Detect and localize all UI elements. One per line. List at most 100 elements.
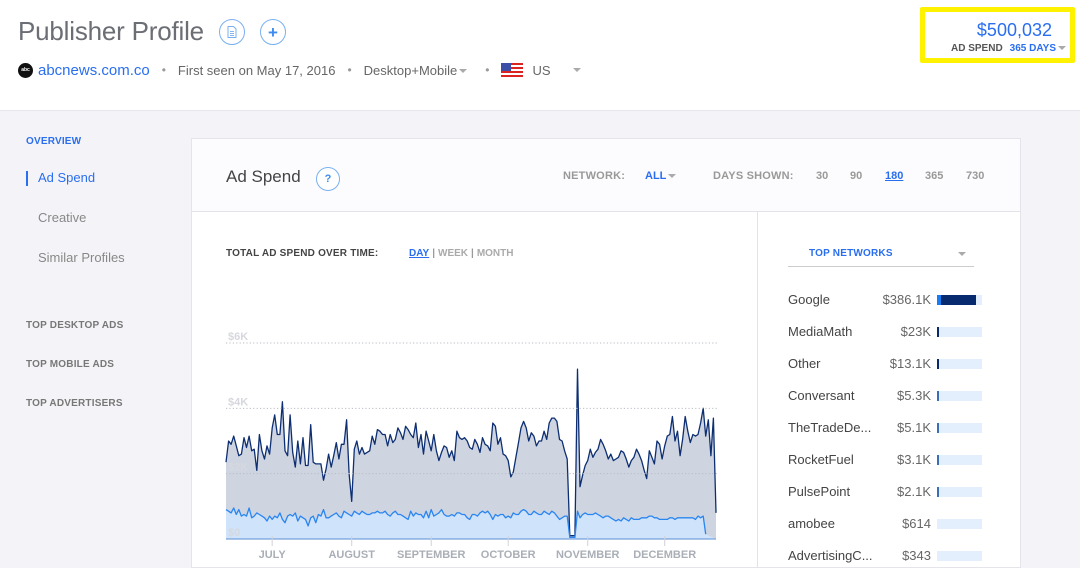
publisher-logo-icon: abc — [18, 62, 33, 78]
granularity-day[interactable]: DAY — [409, 248, 429, 259]
network-share-bar — [937, 455, 982, 465]
x-tick-label: JULY — [259, 549, 287, 561]
network-share-bar-fill — [937, 391, 939, 401]
granularity-month[interactable]: MONTH — [477, 248, 514, 259]
top-networks-label: TOP NETWORKS — [809, 248, 893, 259]
network-row[interactable]: amobee $614 — [788, 514, 988, 534]
question-icon: ? — [324, 173, 332, 185]
network-name: Google — [788, 292, 830, 307]
publisher-meta: abc abcnews.com.co • First seen on May 1… — [18, 60, 581, 80]
publisher-domain-link[interactable]: abcnews.com.co — [38, 62, 150, 79]
network-share-bar-fill — [937, 327, 940, 337]
network-spend: $3.1K — [897, 452, 931, 467]
us-flag-icon — [501, 63, 524, 77]
network-share-bar — [937, 487, 982, 497]
export-report-button[interactable] — [219, 19, 245, 45]
panel-divider — [757, 212, 758, 568]
separator: • — [347, 63, 352, 77]
card-header: Ad Spend ? NETWORK: ALL DAYS SHOWN: 30 9… — [192, 139, 1020, 212]
network-name: TheTradeDe... — [788, 420, 872, 435]
network-filter-dropdown[interactable]: ALL — [645, 170, 677, 182]
days-option-730[interactable]: 730 — [966, 170, 984, 182]
page-title: Publisher Profile — [18, 16, 204, 46]
plus-icon: + — [268, 22, 278, 42]
granularity-week[interactable]: WEEK — [438, 248, 468, 259]
network-name: AdvertisingC... — [788, 548, 873, 563]
x-tick-label: NOVEMBER — [556, 549, 620, 561]
days-option-365[interactable]: 365 — [925, 170, 943, 182]
sidebar-section-top-advertisers[interactable]: TOP ADVERTISERS — [26, 398, 123, 409]
network-spend: $23K — [900, 324, 931, 339]
chevron-down-icon — [668, 174, 677, 179]
x-tick-label: SEPTEMBER — [397, 549, 466, 561]
network-row[interactable]: AdvertisingC... $343 — [788, 546, 988, 566]
network-row[interactable]: Google $386.1K — [788, 290, 988, 310]
y-tick-label: $2K — [228, 462, 248, 474]
network-row[interactable]: Conversant $5.3K — [788, 386, 988, 406]
chevron-down-icon — [572, 68, 581, 72]
x-tick-label: AUGUST — [328, 549, 375, 561]
sidebar-item-creative[interactable]: Creative — [38, 210, 86, 225]
network-spend: $343 — [902, 548, 931, 563]
network-name: RocketFuel — [788, 452, 854, 467]
network-share-bar — [937, 391, 982, 401]
x-tick-label: DECEMBER — [633, 549, 696, 561]
network-row[interactable]: MediaMath $23K — [788, 322, 988, 342]
add-button[interactable]: + — [260, 19, 286, 45]
chart-title: TOTAL AD SPEND OVER TIME: — [226, 248, 379, 259]
separator: | — [432, 248, 436, 259]
network-row[interactable]: RocketFuel $3.1K — [788, 450, 988, 470]
card-title: Ad Spend — [226, 167, 301, 186]
chevron-down-icon — [459, 69, 468, 74]
help-button[interactable]: ? — [316, 167, 340, 191]
network-share-bar-fill — [937, 455, 939, 465]
period-dropdown[interactable]: 365 DAYS — [1010, 43, 1056, 54]
y-tick-label: $4K — [228, 396, 248, 408]
sidebar-section-top-desktop-ads[interactable]: TOP DESKTOP ADS — [26, 320, 123, 331]
first-seen-text: First seen on May 17, 2016 — [177, 62, 336, 78]
network-spend: $386.1K — [882, 292, 931, 307]
ad-spend-label: AD SPEND — [950, 43, 1003, 54]
network-share-bar-fill — [937, 359, 939, 369]
network-filter-value: ALL — [645, 170, 667, 182]
platform-dropdown[interactable]: Desktop+Mobile — [364, 63, 468, 78]
days-option-30[interactable]: 30 — [816, 170, 828, 182]
days-option-180[interactable]: 180 — [885, 170, 903, 182]
network-share-bar — [937, 423, 982, 433]
network-row[interactable]: TheTradeDe... $5.1K — [788, 418, 988, 438]
ad-spend-chart: $0 $2K $4K $6K JULY AUGUST SEPTEMBER OCTOBER NOV… — [225, 331, 718, 561]
page-header: Publisher Profile + abc abcnews.com.co •… — [0, 0, 1080, 111]
sidebar-item-similar-profiles[interactable]: Similar Profiles — [38, 250, 125, 265]
sidebar: OVERVIEW Ad Spend Creative Similar Profi… — [0, 111, 191, 568]
network-share-bar-fill — [941, 295, 976, 305]
ad-spend-summary[interactable]: $500,032 AD SPEND 365 DAYS — [920, 7, 1075, 63]
days-option-90[interactable]: 90 — [850, 170, 862, 182]
ad-spend-card: Ad Spend ? NETWORK: ALL DAYS SHOWN: 30 9… — [191, 138, 1021, 568]
sidebar-section-top-mobile-ads[interactable]: TOP MOBILE ADS — [26, 359, 114, 370]
network-share-bar-fill — [937, 423, 939, 433]
network-spend: $5.1K — [897, 420, 931, 435]
country-dropdown[interactable]: US — [501, 62, 581, 78]
granularity-toggle: DAY | WEEK | MONTH — [409, 248, 514, 259]
network-name: Other — [788, 356, 821, 371]
y-tick-label: $6K — [228, 331, 248, 343]
ad-spend-total: $500,032 — [976, 20, 1052, 40]
network-filter-label: NETWORK: — [563, 170, 626, 182]
network-share-bar — [937, 295, 982, 305]
network-spend: $5.3K — [897, 388, 931, 403]
separator: • — [485, 63, 490, 77]
sidebar-item-ad-spend[interactable]: Ad Spend — [38, 170, 95, 185]
network-spend: $614 — [902, 516, 931, 531]
active-item-marker — [26, 171, 28, 186]
sidebar-section-overview[interactable]: OVERVIEW — [26, 136, 81, 147]
chevron-down-icon — [1058, 46, 1066, 51]
separator: | — [471, 248, 474, 259]
platform-value: Desktop+Mobile — [363, 62, 458, 78]
country-value: US — [532, 62, 551, 78]
top-networks-dropdown[interactable]: TOP NETWORKS — [788, 239, 974, 267]
network-share-bar — [937, 359, 982, 369]
network-row[interactable]: PulsePoint $2.1K — [788, 482, 988, 502]
network-row[interactable]: Other $13.1K — [788, 354, 988, 374]
chevron-down-icon — [958, 252, 966, 256]
x-tick-label: OCTOBER — [481, 549, 536, 561]
